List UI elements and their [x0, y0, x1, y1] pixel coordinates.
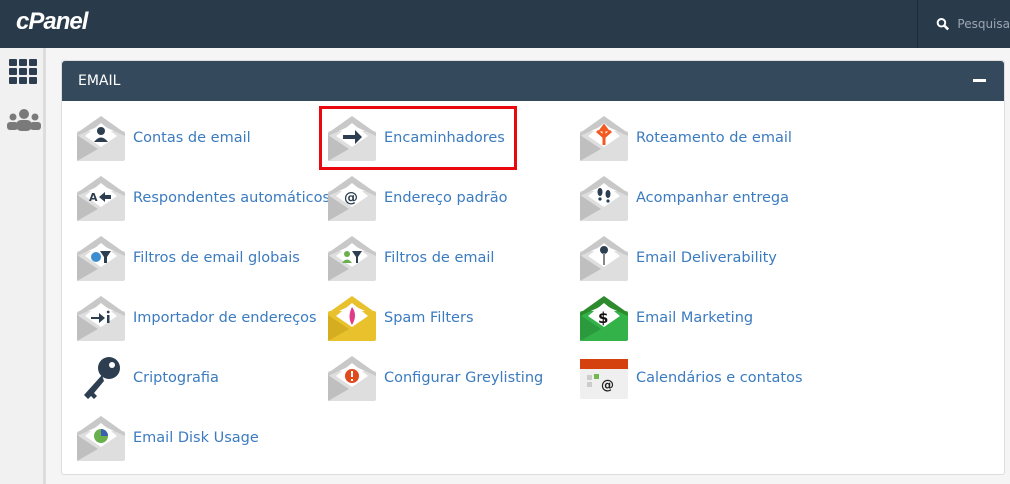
- email-tool-criptografia[interactable]: Criptografia: [76, 353, 219, 403]
- spam-icon: [328, 296, 376, 341]
- grey-icon: [328, 356, 376, 401]
- email-tool-spam-filters[interactable]: Spam Filters: [327, 293, 474, 343]
- email-tool-acompanhar-entrega[interactable]: Acompanhar entrega: [579, 173, 789, 223]
- svg-text:@: @: [344, 190, 358, 206]
- email-tool-email-marketing[interactable]: $ Email Marketing: [579, 293, 753, 343]
- item-label: Roteamento de email: [636, 130, 792, 146]
- email-tool-roteamento-de-email[interactable]: Roteamento de email: [579, 113, 792, 163]
- item-label: Calendários e contatos: [636, 370, 803, 386]
- highlight-box: [319, 106, 517, 170]
- userfilter-icon: [328, 236, 376, 281]
- item-label: Email Disk Usage: [133, 430, 259, 446]
- email-tool-importador-de-enderecos[interactable]: Importador de endereços: [76, 293, 317, 343]
- svg-text:@: @: [601, 378, 614, 393]
- reply-icon: A: [77, 176, 125, 221]
- route-icon: [580, 116, 628, 161]
- calendar-icon: @: [580, 359, 628, 399]
- item-label: Contas de email: [133, 130, 251, 146]
- import-icon: [77, 296, 125, 341]
- item-label: Email Deliverability: [636, 250, 777, 266]
- item-label: Endereço padrão: [384, 190, 508, 206]
- panel-title: EMAIL: [78, 73, 121, 89]
- email-tool-calendarios-e-contatos[interactable]: @ Calendários e contatos: [579, 353, 803, 403]
- item-label: Acompanhar entrega: [636, 190, 790, 206]
- key-icon: [580, 236, 628, 281]
- item-label: Filtros de email: [384, 250, 495, 266]
- search-input[interactable]: Pesquisa: [917, 0, 1010, 48]
- email-tool-endereco-padrao[interactable]: @ Endereço padrão: [327, 173, 508, 223]
- item-label: Spam Filters: [384, 310, 474, 326]
- item-label: Email Marketing: [636, 310, 754, 326]
- item-label: Criptografia: [133, 370, 219, 386]
- svg-text:$: $: [598, 309, 608, 327]
- search-placeholder: Pesquisa: [957, 17, 1010, 31]
- dollar-icon: $: [580, 296, 628, 341]
- globefilter-icon: [77, 236, 125, 281]
- item-label: Respondentes automáticos: [133, 190, 331, 206]
- item-label: Importador de endereços: [133, 310, 317, 326]
- collapse-icon[interactable]: [973, 79, 986, 82]
- sidebar: [0, 48, 46, 484]
- email-tool-email-disk-usage[interactable]: Email Disk Usage: [76, 413, 259, 463]
- user-icon: [77, 116, 125, 161]
- email-tool-respondentes-automaticos[interactable]: A Respondentes automáticos: [76, 173, 330, 223]
- search-icon: [936, 17, 950, 31]
- steps-icon: [580, 176, 628, 221]
- users-icon[interactable]: [6, 108, 42, 132]
- svg-text:A: A: [89, 191, 98, 204]
- item-label: Filtros de email globais: [133, 250, 300, 266]
- email-tool-filtros-de-email[interactable]: Filtros de email: [327, 233, 494, 283]
- bigkey-icon: [84, 357, 120, 399]
- pie-icon: [77, 416, 125, 461]
- top-bar: cPanel Pesquisa: [0, 0, 1010, 48]
- panel-header[interactable]: EMAIL: [62, 61, 1004, 101]
- at-icon: @: [328, 176, 376, 221]
- email-tool-filtros-de-email-globais[interactable]: Filtros de email globais: [76, 233, 300, 283]
- item-label: Configurar Greylisting: [384, 370, 544, 386]
- email-tool-configurar-greylisting[interactable]: Configurar Greylisting: [327, 353, 543, 403]
- cpanel-logo[interactable]: cPanel: [16, 8, 88, 36]
- email-tool-email-deliverability[interactable]: Email Deliverability: [579, 233, 777, 283]
- email-tool-contas-de-email[interactable]: Contas de email: [76, 113, 251, 163]
- grid-icon[interactable]: [9, 59, 39, 85]
